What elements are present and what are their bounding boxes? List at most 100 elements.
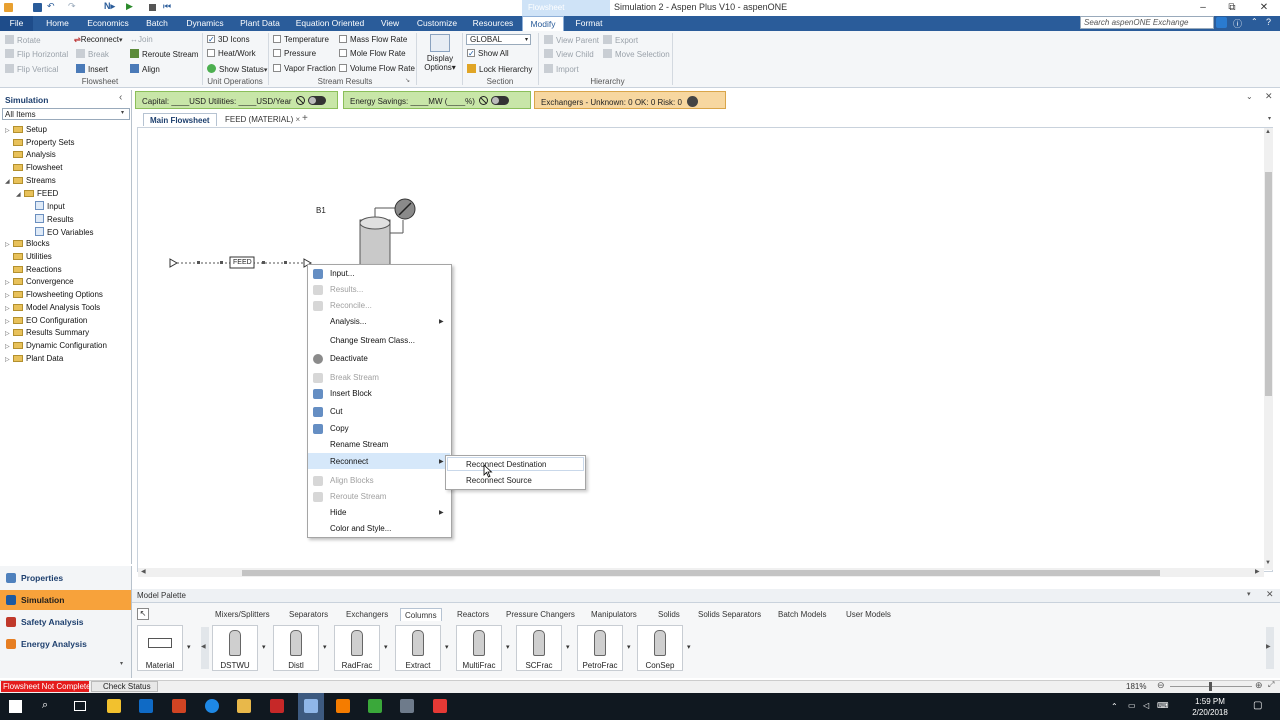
tree-item-streams[interactable]: ◢ Streams <box>5 176 56 185</box>
chevron-down-icon[interactable]: ▾ <box>121 109 124 116</box>
tree-item-model-analysis-tools[interactable]: ▷ Model Analysis Tools <box>5 303 100 312</box>
reconnect-button[interactable]: ⇌Reconnect▾ <box>74 35 122 44</box>
close-icon[interactable]: ✕ <box>1257 2 1271 13</box>
palette-item-dropdown-icon[interactable]: ▾ <box>506 643 510 651</box>
menu-equation-oriented[interactable]: Equation Oriented <box>293 16 367 31</box>
ime-icon[interactable]: ⌨ <box>1157 701 1169 710</box>
palette-item-dropdown-icon[interactable]: ▾ <box>687 643 691 651</box>
volume-icon[interactable]: ◁ <box>1143 701 1149 710</box>
search-taskbar-icon[interactable]: ⌕ <box>42 699 48 712</box>
palette-item-petrofrac[interactable]: PetroFrac <box>577 625 623 671</box>
menu-customize[interactable]: Customize <box>413 16 461 31</box>
insert-button[interactable]: Insert <box>76 64 108 74</box>
palette-prev-icon[interactable]: ◀ <box>201 627 209 669</box>
move-selection-button[interactable]: Move Selection <box>603 49 670 59</box>
undo-icon[interactable]: ↶ <box>47 1 55 12</box>
tree-expand-icon[interactable]: ▷ <box>5 305 13 312</box>
minimize-ribbon-icon[interactable]: ⌃ <box>1251 17 1258 26</box>
break-button[interactable]: Break <box>76 49 109 59</box>
close-palette-icon[interactable]: ✕ <box>1266 589 1274 600</box>
edge-icon[interactable] <box>205 699 219 713</box>
flip-horizontal-button[interactable]: Flip Horizontal <box>5 49 68 59</box>
tree-item-flowsheeting-options[interactable]: ▷ Flowsheeting Options <box>5 290 103 299</box>
palette-tab-pressure-changers[interactable]: Pressure Changers <box>502 608 579 621</box>
menu-home[interactable]: Home <box>40 16 75 31</box>
capital-toggle[interactable] <box>307 96 326 105</box>
outlook-icon[interactable] <box>139 699 153 713</box>
tree-item-eo-configuration[interactable]: ▷ EO Configuration <box>5 316 87 325</box>
nav-energy-analysis[interactable]: Energy Analysis <box>0 634 131 654</box>
temperature-checkbox[interactable]: Temperature <box>273 35 329 44</box>
tree-item-convergence[interactable]: ▷ Convergence <box>5 277 74 286</box>
taskbar-time[interactable]: 1:59 PM <box>1190 697 1230 706</box>
tree-item-reactions[interactable]: Reactions <box>5 265 62 274</box>
tree-item-dynamic-configuration[interactable]: ▷ Dynamic Configuration <box>5 341 107 350</box>
check-status-button[interactable]: Check Status <box>91 681 158 692</box>
palette-item-dropdown-icon[interactable]: ▾ <box>627 643 631 651</box>
tray-chevron-icon[interactable]: ⌃ <box>1111 702 1118 711</box>
powerpoint-icon[interactable] <box>172 699 186 713</box>
palette-item-consep[interactable]: ConSep <box>637 625 683 671</box>
tree-item-feed[interactable]: ◢ FEED <box>16 189 58 198</box>
vertical-scroll-thumb[interactable] <box>1265 172 1272 396</box>
collapse-pane-icon[interactable]: ‹ <box>119 92 122 103</box>
vapor-fraction-checkbox[interactable]: Vapor Fraction <box>273 64 336 73</box>
network-icon[interactable]: ▭ <box>1128 701 1136 710</box>
tree-item-utilities[interactable]: Utilities <box>5 252 52 261</box>
palette-tab-mixers-splitters[interactable]: Mixers/Splitters <box>211 608 274 621</box>
menu-item-analysis[interactable]: Analysis... <box>330 317 366 326</box>
palette-item-radfrac[interactable]: RadFrac <box>334 625 380 671</box>
tree-item-plant-data[interactable]: ▷ Plant Data <box>5 354 63 363</box>
volume-flow-rate-checkbox[interactable]: Volume Flow Rate <box>339 64 415 73</box>
menu-item-deactivate[interactable]: Deactivate <box>330 354 368 363</box>
minimize-icon[interactable]: – <box>1196 2 1210 13</box>
scroll-left-icon[interactable]: ◀ <box>141 568 146 575</box>
view-child-button[interactable]: View Child <box>544 49 594 59</box>
tab-feed-material[interactable]: FEED (MATERIAL) × <box>219 113 306 126</box>
tree-item-property-sets[interactable]: Property Sets <box>5 138 74 147</box>
tree-item-input[interactable]: Input <box>27 201 65 211</box>
nav-safety-analysis[interactable]: Safety Analysis <box>0 612 131 632</box>
palette-item-material[interactable]: Material <box>137 625 183 671</box>
stop-icon[interactable] <box>149 4 156 11</box>
export-button[interactable]: Export <box>603 35 638 45</box>
menu-item-color-and-style[interactable]: Color and Style... <box>330 524 391 533</box>
file-explorer-icon[interactable] <box>237 699 251 713</box>
tree-expand-icon[interactable]: ▷ <box>5 127 13 134</box>
scroll-up-icon[interactable]: ▲ <box>1265 129 1271 135</box>
reset-icon[interactable]: ⏮ <box>163 1 171 12</box>
file-icon[interactable] <box>107 699 121 713</box>
tree-expand-icon[interactable]: ▷ <box>5 356 13 363</box>
tree-item-setup[interactable]: ▷ Setup <box>5 125 47 134</box>
menu-item-copy[interactable]: Copy <box>330 424 349 433</box>
palette-item-dstwu[interactable]: DSTWU <box>212 625 258 671</box>
3d-icons-checkbox[interactable]: 3D Icons <box>207 35 250 44</box>
tree-item-flowsheet[interactable]: Flowsheet <box>5 163 62 172</box>
tree-item-blocks[interactable]: ▷ Blocks <box>5 239 50 248</box>
tree-item-results[interactable]: Results <box>27 213 74 224</box>
menu-view[interactable]: View <box>376 16 404 31</box>
tree-expand-icon[interactable]: ▷ <box>5 318 13 325</box>
tab-main-flowsheet[interactable]: Main Flowsheet <box>143 113 217 126</box>
tree-filter-select[interactable]: All Items <box>2 108 130 120</box>
lock-hierarchy-button[interactable]: Lock Hierarchy <box>467 64 532 74</box>
help-icon[interactable]: ⓘ <box>1233 17 1242 30</box>
tree-expand-icon[interactable]: ▷ <box>5 343 13 350</box>
rotate-button[interactable]: Rotate <box>5 35 41 45</box>
horizontal-scroll-thumb[interactable] <box>242 570 1160 576</box>
app-green-icon[interactable] <box>368 699 382 713</box>
palette-tab-solids-separators[interactable]: Solids Separators <box>694 608 765 621</box>
menu-item-rename-stream[interactable]: Rename Stream <box>330 440 388 449</box>
palette-tab-batch-models[interactable]: Batch Models <box>774 608 830 621</box>
palette-item-dropdown-icon[interactable]: ▾ <box>384 643 388 651</box>
view-parent-button[interactable]: View Parent <box>544 35 599 45</box>
menu-format[interactable]: Format <box>570 16 608 31</box>
tree-expand-icon[interactable]: ▷ <box>5 279 13 286</box>
windows-start-icon[interactable] <box>9 700 22 713</box>
app-orange-icon[interactable] <box>336 699 350 713</box>
gear-icon[interactable] <box>686 96 698 107</box>
reroute-stream-button[interactable]: Reroute Stream <box>130 49 198 59</box>
menu-file[interactable]: File <box>0 16 33 31</box>
tree-item-eo-variables[interactable]: EO Variables <box>27 226 94 237</box>
mole-flow-rate-checkbox[interactable]: Mole Flow Rate <box>339 49 406 58</box>
